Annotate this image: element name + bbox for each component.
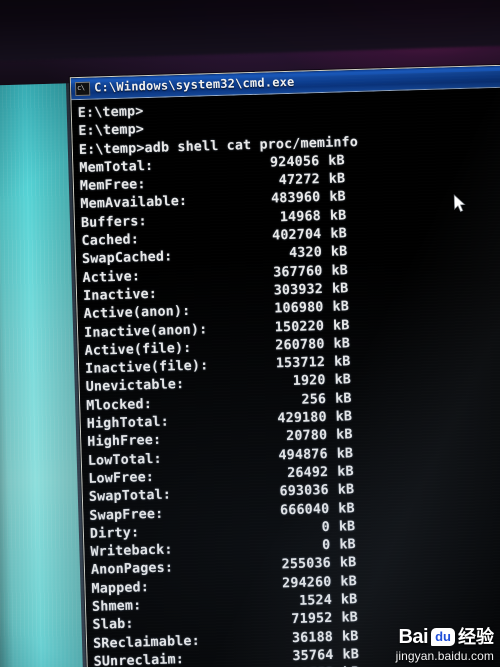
meminfo-unit: kB [338, 519, 356, 535]
watermark-badge: du [431, 628, 455, 646]
meminfo-unit: kB [332, 317, 350, 334]
monitor-screen: C:\Windows\system32\cmd.exe E:\temp>E:\t… [0, 63, 500, 667]
meminfo-unit: kB [336, 445, 354, 462]
meminfo-unit: kB [331, 281, 349, 297]
meminfo-unit: kB [341, 610, 359, 626]
meminfo-unit: kB [335, 427, 353, 444]
baidu-jingyan-watermark: Bai du 经验 jingyan.baidu.com [396, 626, 494, 663]
meminfo-unit: kB [340, 573, 358, 590]
meminfo-unit: kB [334, 391, 352, 407]
meminfo-unit: kB [339, 555, 357, 572]
meminfo-unit: kB [341, 628, 359, 645]
meminfo-unit: kB [330, 226, 348, 242]
console-output-area[interactable]: E:\temp> E:\temp> E:\temp>adb shell cat pr… [71, 86, 500, 667]
meminfo-unit: kB [330, 244, 348, 261]
monitor-bezel-top [0, 0, 500, 62]
watermark-logo-row: Bai du 经验 [396, 626, 494, 648]
watermark-brand: Bai [398, 626, 429, 648]
watermark-url: jingyan.baidu.com [395, 649, 494, 663]
meminfo-unit: kB [334, 372, 352, 389]
meminfo-unit: kB [339, 537, 357, 553]
meminfo-unit: kB [337, 482, 355, 498]
meminfo-unit: kB [331, 262, 349, 279]
watermark-suffix: 经验 [458, 627, 494, 647]
meminfo-unit: kB [332, 299, 350, 316]
meminfo-unit: kB [328, 153, 345, 169]
meminfo-output: MemTotal: 924056 kB MemFree: 47272 kB MemAvail… [79, 147, 500, 667]
meminfo-unit: kB [335, 409, 353, 425]
cmd-console-window[interactable]: C:\Windows\system32\cmd.exe E:\temp>E:\t… [69, 63, 500, 667]
meminfo-unit: kB [329, 189, 347, 206]
meminfo-unit: kB [342, 647, 360, 663]
meminfo-unit: kB [328, 171, 346, 188]
meminfo-unit: kB [337, 464, 354, 480]
meminfo-unit: kB [338, 500, 355, 517]
meminfo-unit: kB [333, 336, 351, 352]
meminfo-unit: kB [333, 354, 351, 370]
window-title: C:\Windows\system32\cmd.exe [93, 74, 295, 95]
cmd-console-icon [74, 81, 91, 96]
meminfo-unit: kB [329, 208, 347, 224]
meminfo-unit: kB [340, 592, 358, 608]
meminfo-value: 35764 [292, 647, 334, 664]
photograph-of-monitor: C:\Windows\system32\cmd.exe E:\temp>E:\t… [0, 0, 500, 667]
